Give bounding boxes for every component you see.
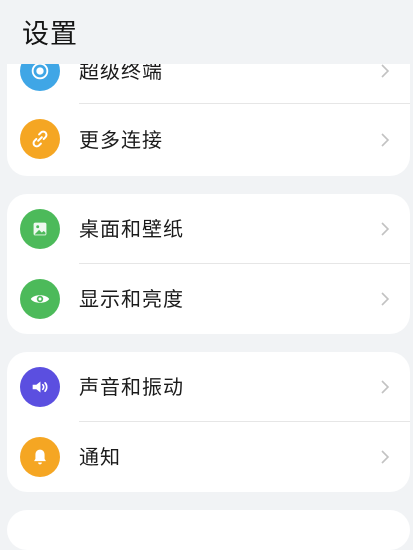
chevron-right-icon — [381, 292, 390, 306]
settings-group-sound-notifications: 声音和振动 通知 — [7, 352, 410, 492]
settings-group-next — [7, 510, 410, 550]
bell-icon — [20, 437, 60, 477]
chevron-right-icon — [381, 450, 390, 464]
settings-item-label: 显示和亮度 — [79, 287, 184, 311]
speaker-icon — [20, 367, 60, 407]
settings-item-label: 声音和振动 — [79, 375, 184, 399]
chevron-right-icon — [381, 133, 390, 147]
page-title: 设置 — [22, 19, 78, 50]
settings-item-label: 通知 — [79, 445, 121, 469]
settings-group-display: 桌面和壁纸 显示和亮度 — [7, 194, 410, 334]
wallpaper-icon — [20, 209, 60, 249]
chevron-right-icon — [381, 222, 390, 236]
settings-item-notifications[interactable]: 通知 — [7, 422, 410, 492]
settings-item-more-connections[interactable]: 更多连接 — [7, 104, 410, 176]
header: 设置 — [0, 0, 413, 64]
chevron-right-icon — [381, 380, 390, 394]
settings-item-label: 更多连接 — [79, 128, 163, 152]
link-icon — [20, 119, 60, 159]
eye-icon — [20, 279, 60, 319]
settings-item-label: 桌面和壁纸 — [79, 217, 184, 241]
settings-item-sound-vibration[interactable]: 声音和振动 — [7, 352, 410, 422]
settings-item-home-wallpaper[interactable]: 桌面和壁纸 — [7, 194, 410, 264]
settings-item-display-brightness[interactable]: 显示和亮度 — [7, 264, 410, 334]
chevron-right-icon — [381, 64, 390, 78]
